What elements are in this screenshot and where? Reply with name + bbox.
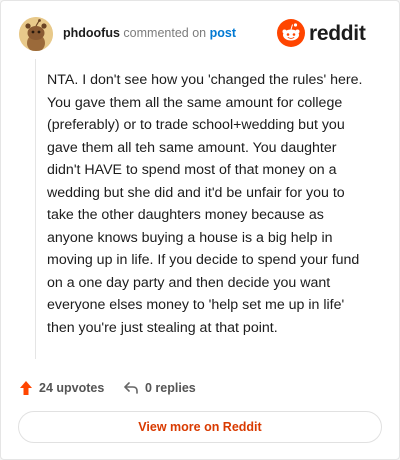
reddit-brand[interactable]: reddit [277,19,381,49]
reply-count: 0 replies [145,381,196,395]
reply-arrow-icon [124,382,138,394]
reddit-wordmark: reddit [309,22,366,45]
upvote-button[interactable]: 24 upvotes [19,377,104,399]
view-more-button[interactable]: View more on Reddit [18,411,382,443]
comment-embed-card: phdoofus commented on post reddit NTA. I… [0,0,400,460]
comment-actions: 24 upvotes 0 replies [19,377,381,399]
upvote-count: 24 upvotes [39,381,105,395]
reply-button[interactable]: 0 replies [123,377,196,399]
upvote-arrow-icon [20,381,32,395]
username-link[interactable]: phdoofus [63,26,120,40]
comment-header: phdoofus commented on post reddit [19,17,381,51]
reddit-logo-icon [277,19,305,47]
user-avatar[interactable] [19,17,53,51]
comment-meta: phdoofus commented on post [63,26,236,40]
post-link[interactable]: post [210,26,236,40]
snoo-avatar-icon [19,17,53,51]
comment-body: NTA. I don't see how you 'changed the ru… [47,72,363,336]
thread-line [35,59,36,359]
commented-on-text: commented on [123,26,207,40]
